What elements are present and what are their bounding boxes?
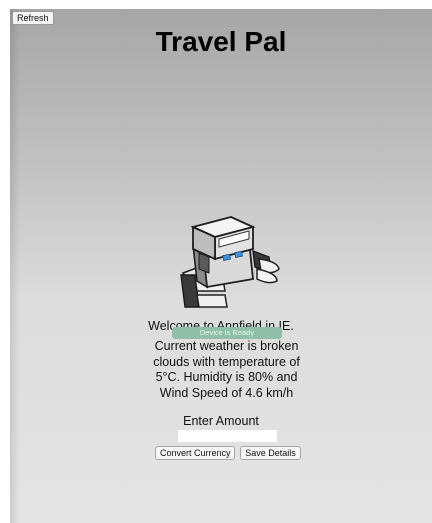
device-status-badge: Device is Ready: [172, 327, 282, 339]
save-details-button[interactable]: Save Details: [240, 446, 301, 460]
right-claw-icon: [252, 249, 280, 284]
robot-traveler-icon: [180, 216, 280, 308]
convert-currency-button[interactable]: Convert Currency: [155, 446, 235, 460]
app-screen: Refresh Travel Pal Welcome to Annfield i…: [10, 9, 432, 523]
amount-input[interactable]: [178, 430, 277, 442]
refresh-button[interactable]: Refresh: [12, 11, 54, 25]
page-title: Travel Pal: [155, 26, 287, 57]
weather-text: Current weather is broken clouds with te…: [153, 339, 300, 400]
amount-label: Enter Amount: [183, 414, 259, 428]
